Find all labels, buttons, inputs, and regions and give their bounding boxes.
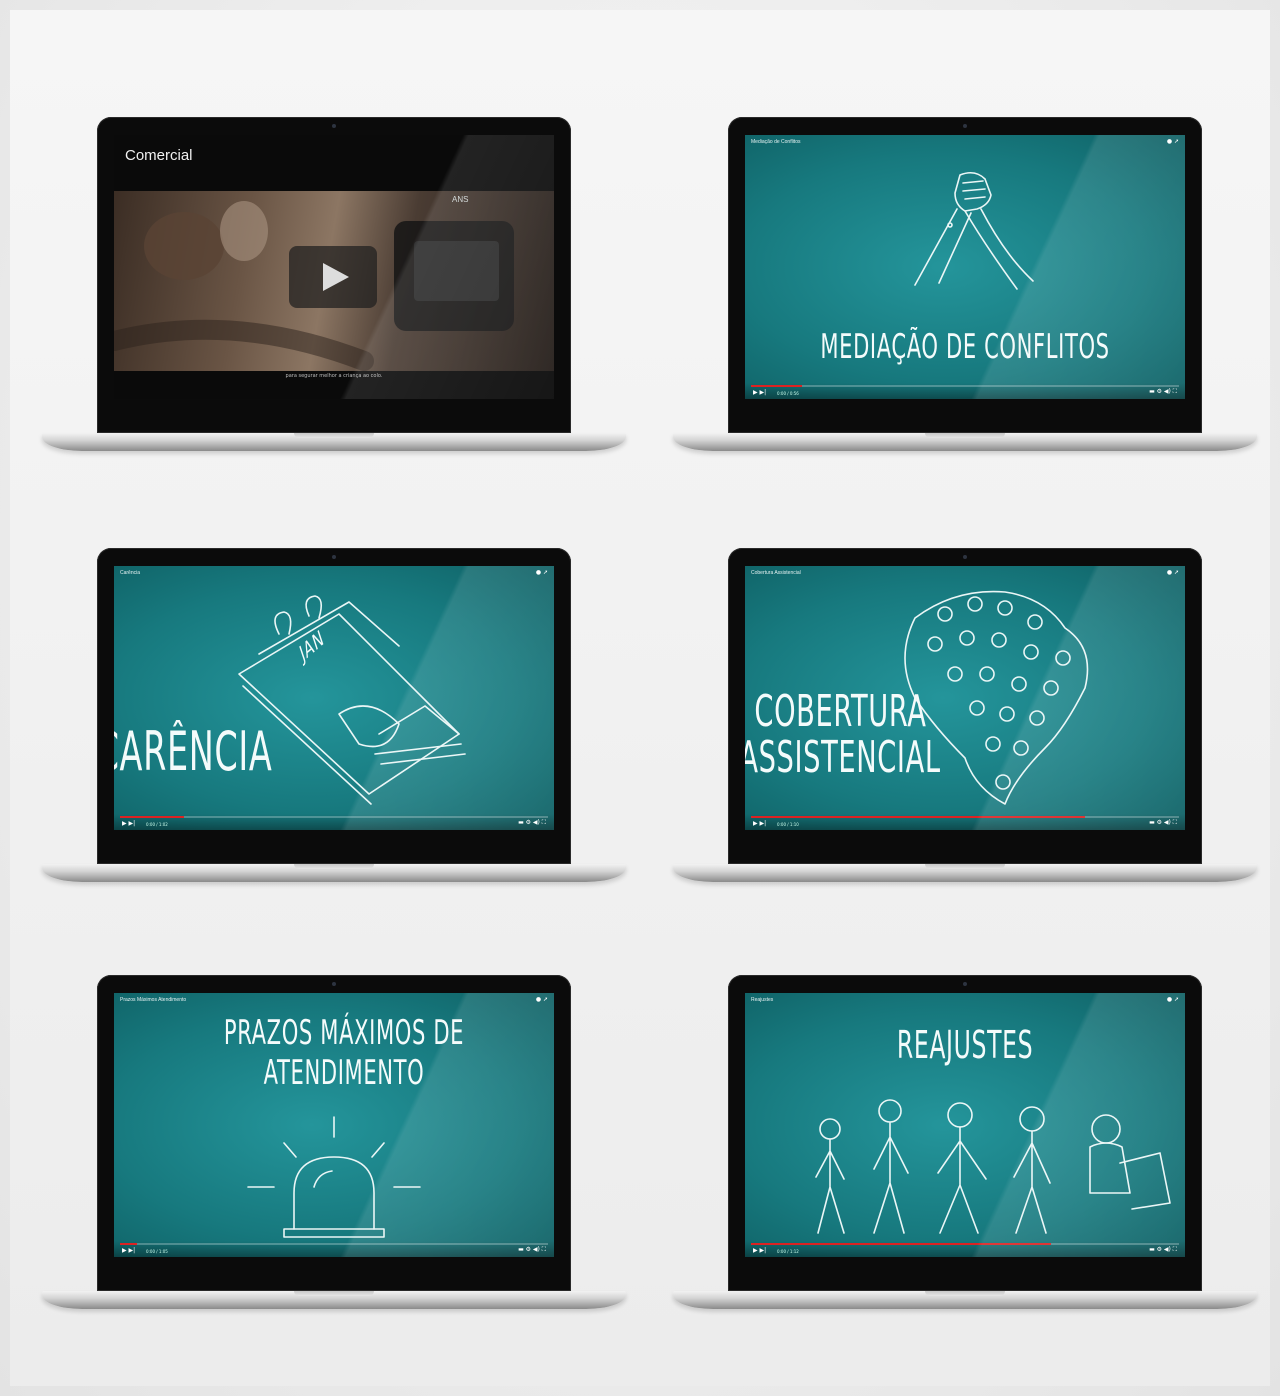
play-icon[interactable]: ▶ ▶|	[753, 820, 766, 827]
video-time: 0:00 / 1:10	[777, 822, 799, 827]
laptop-base	[42, 1291, 626, 1309]
video-headline-line1: PRAZOS MÁXIMOS DE	[223, 1013, 465, 1053]
settings-icon[interactable]: ▬ ⚙ ◀) ⛶	[518, 819, 546, 827]
laptop-lid: Reajustes ● ➚ REAJUSTES ▶ ▶| 0:00 / 1:12…	[728, 975, 1202, 1291]
page-frame: Comercial ANS para segurar melhor a cria…	[10, 10, 1270, 1386]
laptop-lid: Cobertura Assistencial ● ➚ COBERTURA ASS…	[728, 548, 1202, 864]
share-icon[interactable]: ● ➚	[1167, 138, 1179, 145]
play-icon[interactable]: ▶ ▶|	[122, 1247, 135, 1254]
video-title: Carência	[120, 570, 141, 576]
video-title: Comercial	[125, 147, 193, 164]
camera-icon	[963, 555, 967, 559]
laptop-comercial: Comercial ANS para segurar melhor a cria…	[42, 117, 626, 457]
camera-icon	[332, 555, 336, 559]
progress-fill	[751, 1243, 1051, 1245]
share-icon[interactable]: ● ➚	[536, 569, 548, 576]
progress-fill	[751, 816, 1085, 818]
laptop-reajustes: Reajustes ● ➚ REAJUSTES ▶ ▶| 0:00 / 1:12…	[673, 975, 1257, 1315]
video-headline-line1: COBERTURA	[754, 686, 927, 737]
video-time: 0:00 / 1:12	[777, 1249, 799, 1254]
laptop-notch	[925, 1291, 1005, 1296]
player-controls: ▶ ▶| 0:00 / 0:56 ▬ ⚙ ◀) ⛶	[745, 383, 1185, 399]
video-title: Mediação de Conflitos	[751, 139, 801, 145]
laptop-notch	[294, 864, 374, 869]
laptop-lid: Prazos Máximos Atendimento ● ➚ PRAZOS MÁ…	[97, 975, 571, 1291]
play-icon[interactable]: ▶ ▶|	[753, 1247, 766, 1254]
laptop-mediacao: Mediação de Conflitos ● ➚ MEDIAÇÃO DE CO…	[673, 117, 1257, 457]
play-button[interactable]	[289, 246, 377, 308]
video-screen-mediacao[interactable]: Mediação de Conflitos ● ➚ MEDIAÇÃO DE CO…	[745, 135, 1185, 399]
video-title: Prazos Máximos Atendimento	[120, 997, 187, 1003]
settings-icon[interactable]: ▬ ⚙ ◀) ⛶	[1149, 819, 1177, 827]
progress-bar[interactable]	[751, 1243, 1179, 1245]
progress-bar[interactable]	[751, 385, 1179, 387]
video-title-bar: Comercial	[114, 135, 554, 191]
handshake-illustration	[914, 171, 1034, 290]
progress-fill	[751, 385, 803, 387]
video-headline: REAJUSTES	[896, 1023, 1034, 1067]
video-headline-line2: ASSISTENCIAL	[745, 732, 941, 783]
laptop-cobertura: Cobertura Assistencial ● ➚ COBERTURA ASS…	[673, 548, 1257, 888]
progress-bar[interactable]	[120, 816, 548, 818]
progress-fill	[120, 816, 185, 818]
video-title: Reajustes	[751, 997, 774, 1003]
laptop-carencia: Carência ● ➚ JAN CARÊNCIA ▶ ▶	[42, 548, 626, 888]
camera-icon	[332, 982, 336, 986]
player-controls: ▶ ▶| 0:00 / 1:10 ▬ ⚙ ◀) ⛶	[745, 814, 1185, 830]
video-time: 0:00 / 1:05	[146, 1249, 168, 1254]
settings-icon[interactable]: ▬ ⚙ ◀) ⛶	[1149, 388, 1177, 396]
laptop-lid: Mediação de Conflitos ● ➚ MEDIAÇÃO DE CO…	[728, 117, 1202, 433]
video-headline: MEDIAÇÃO DE CONFLITOS	[820, 327, 1110, 367]
player-controls: ▶ ▶| 0:00 / 1:12 ▬ ⚙ ◀) ⛶	[745, 1241, 1185, 1257]
share-icon[interactable]: ● ➚	[1167, 996, 1179, 1003]
laptop-lid: Comercial ANS para segurar melhor a cria…	[97, 117, 571, 433]
laptop-notch	[925, 864, 1005, 869]
video-time: 0:00 / 1:02	[146, 822, 168, 827]
laptop-notch	[925, 433, 1005, 438]
video-thumbnail: ANS	[114, 191, 554, 371]
video-screen-reajustes[interactable]: Reajustes ● ➚ REAJUSTES ▶ ▶| 0:00 / 1:12…	[745, 993, 1185, 1257]
player-controls: ▶ ▶| 0:00 / 1:02 ▬ ⚙ ◀) ⛶	[114, 814, 554, 830]
play-icon[interactable]: ▶ ▶|	[122, 820, 135, 827]
laptop-notch	[294, 433, 374, 438]
video-title: Cobertura Assistencial	[751, 570, 801, 576]
video-screen-cobertura[interactable]: Cobertura Assistencial ● ➚ COBERTURA ASS…	[745, 566, 1185, 830]
play-icon	[323, 263, 349, 291]
laptop-prazos: Prazos Máximos Atendimento ● ➚ PRAZOS MÁ…	[42, 975, 626, 1315]
video-time: 0:00 / 0:56	[777, 391, 799, 396]
camera-icon	[963, 982, 967, 986]
video-subtitle: para segurar melhor a criança ao colo.	[285, 373, 383, 379]
laptop-base	[42, 433, 626, 451]
video-headline-line2: ATENDIMENTO	[263, 1053, 425, 1093]
map-pins	[927, 596, 1071, 790]
laptop-base	[673, 1291, 1257, 1309]
video-screen-carencia[interactable]: Carência ● ➚ JAN CARÊNCIA ▶ ▶	[114, 566, 554, 830]
progress-bar[interactable]	[120, 1243, 548, 1245]
video-screen-comercial[interactable]: Comercial ANS para segurar melhor a cria…	[114, 135, 554, 399]
laptop-lid: Carência ● ➚ JAN CARÊNCIA ▶ ▶	[97, 548, 571, 864]
share-icon[interactable]: ● ➚	[536, 996, 548, 1003]
video-screen-prazos[interactable]: Prazos Máximos Atendimento ● ➚ PRAZOS MÁ…	[114, 993, 554, 1257]
laptop-base	[673, 433, 1257, 451]
share-icon[interactable]: ● ➚	[1167, 569, 1179, 576]
progress-fill	[120, 1243, 138, 1245]
laptop-base	[42, 864, 626, 882]
camera-icon	[963, 124, 967, 128]
settings-icon[interactable]: ▬ ⚙ ◀) ⛶	[518, 1246, 546, 1254]
settings-icon[interactable]: ▬ ⚙ ◀) ⛶	[1149, 1246, 1177, 1254]
laptop-notch	[294, 1291, 374, 1296]
progress-bar[interactable]	[751, 816, 1179, 818]
player-controls: ▶ ▶| 0:00 / 1:05 ▬ ⚙ ◀) ⛶	[114, 1241, 554, 1257]
camera-icon	[332, 124, 336, 128]
evolution-illustration	[815, 1099, 1171, 1234]
siren-illustration	[247, 1116, 421, 1238]
laptop-base	[673, 864, 1257, 882]
video-headline: CARÊNCIA	[114, 720, 273, 783]
play-icon[interactable]: ▶ ▶|	[753, 389, 766, 396]
